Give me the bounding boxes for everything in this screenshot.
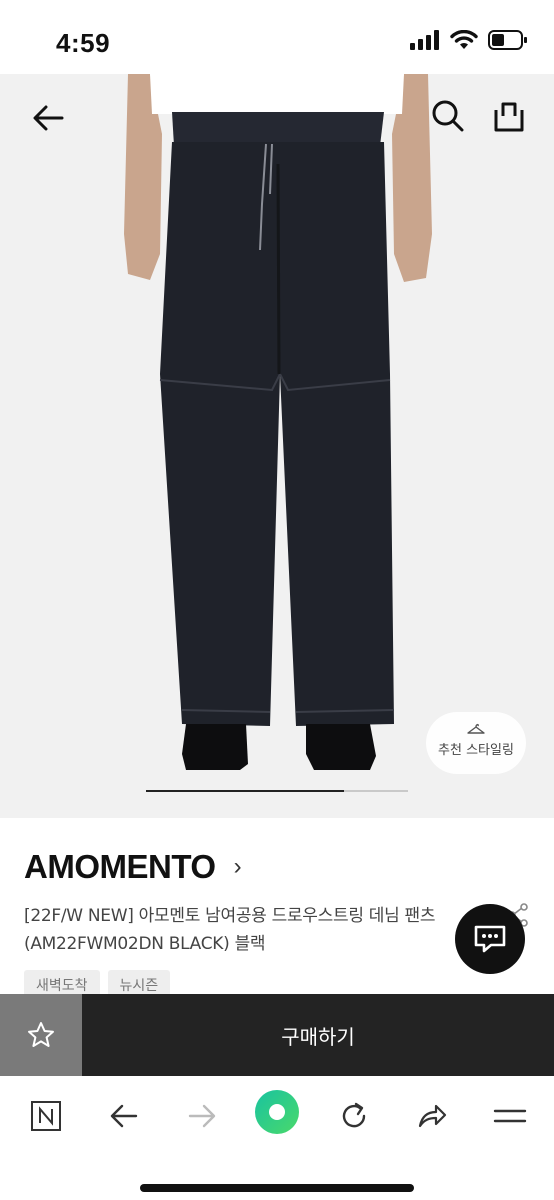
naver-n-icon [31, 1101, 61, 1131]
green-home-icon [255, 1090, 299, 1134]
battery-icon [488, 30, 527, 50]
chevron-right-icon: › [233, 853, 242, 880]
back-button[interactable] [28, 98, 68, 138]
wishlist-button[interactable] [0, 994, 82, 1076]
status-bar: 4:59 [0, 0, 554, 74]
status-icons [410, 30, 528, 50]
refresh-button[interactable] [332, 1094, 376, 1138]
search-icon [432, 100, 464, 132]
status-time: 4:59 [56, 28, 111, 58]
share-page-button[interactable] [410, 1094, 454, 1138]
wifi-icon [450, 30, 478, 49]
naver-home-button[interactable] [24, 1094, 68, 1138]
buy-button[interactable]: 구매하기 [82, 994, 554, 1076]
product-title: [22F/W NEW] 아모멘토 남여공용 드로우스트링 데님 팬츠 (AM22… [24, 906, 436, 954]
share-box-icon [494, 102, 524, 132]
cellular-signal-icon [410, 30, 439, 50]
refresh-icon [342, 1102, 366, 1128]
home-indicator [140, 1184, 414, 1192]
brand-name: AMOMENTO [24, 848, 216, 885]
menu-button[interactable] [488, 1094, 532, 1138]
chat-button[interactable] [455, 904, 525, 974]
browser-back-button[interactable] [102, 1094, 146, 1138]
gallery-progress-track [146, 790, 408, 792]
share-button[interactable] [488, 96, 528, 136]
purchase-bar: 구매하기 [0, 994, 554, 1076]
green-home-button[interactable] [253, 1088, 301, 1136]
arrow-left-icon [33, 105, 64, 131]
hanger-icon [467, 723, 485, 734]
style-recommend-button[interactable]: 추천 스타일링 [426, 712, 526, 774]
search-button[interactable] [428, 96, 468, 136]
chat-bubble-icon [474, 925, 506, 953]
product-photo [124, 74, 432, 770]
share-arrow-icon [418, 1104, 447, 1128]
menu-icon [493, 1109, 527, 1123]
gallery-progress-fill [146, 790, 344, 792]
star-outline-icon [28, 1022, 54, 1047]
arrow-forward-icon [188, 1104, 216, 1128]
arrow-back-icon [110, 1104, 138, 1128]
style-recommend-label: 추천 스타일링 [438, 743, 514, 758]
brand-link[interactable]: AMOMENTO › [24, 848, 242, 886]
browser-forward-button[interactable] [180, 1094, 224, 1138]
product-image-gallery[interactable]: 추천 스타일링 [0, 74, 554, 818]
browser-toolbar [0, 1076, 554, 1200]
